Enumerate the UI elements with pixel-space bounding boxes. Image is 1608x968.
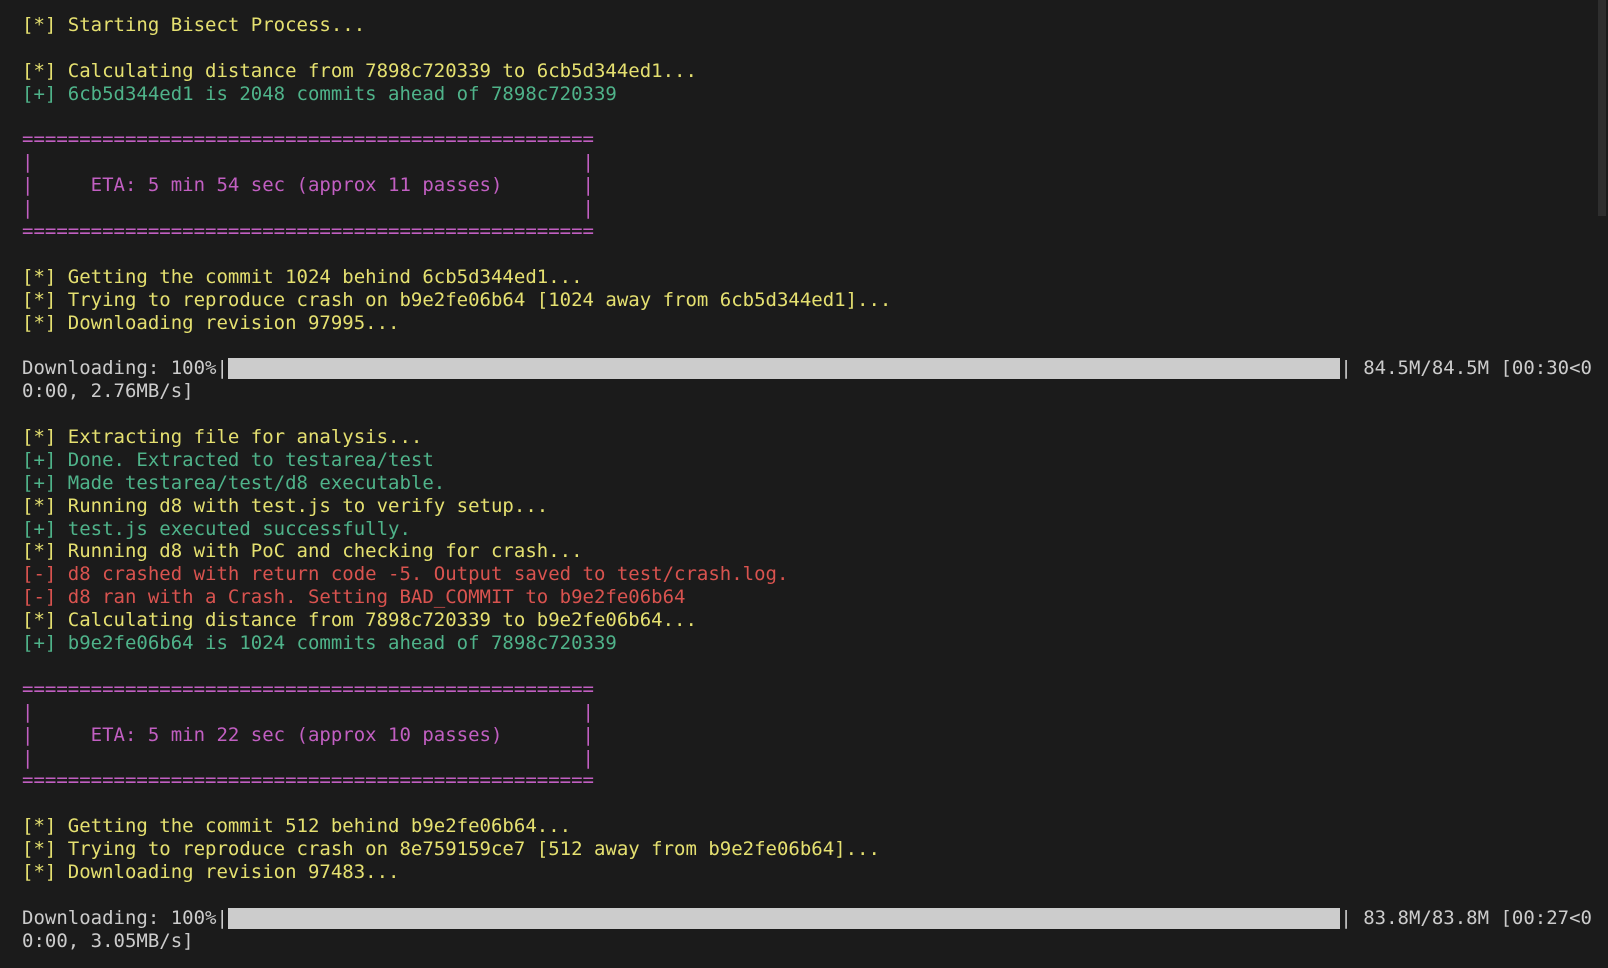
eta-text: | ETA: 5 min 22 sec (approx 10 passes) | <box>22 723 594 746</box>
log-line: [*] Calculating distance from 7898c72033… <box>22 59 697 82</box>
log-line: [+] Made testarea/test/d8 executable. <box>22 471 446 494</box>
download-stats: | 83.8M/83.8M [00:27<0 <box>1340 906 1592 929</box>
log-line: [-] d8 ran with a Crash. Setting BAD_COM… <box>22 586 686 609</box>
eta-box: ========================================… <box>22 678 1592 792</box>
log-line: [*] Trying to reproduce crash on b9e2fe0… <box>22 288 892 311</box>
eta-box: ========================================… <box>22 128 1592 242</box>
eta-box-border-bottom: ========================================… <box>22 769 594 792</box>
log-block: [*] Getting the commit 1024 behind 6cb5d… <box>22 243 1592 357</box>
eta-box-border-top: ========================================… <box>22 128 594 151</box>
download-progress: Downloading: 100%| | 84.5M/84.5M [00:30<… <box>22 357 1592 403</box>
log-block: [*] Getting the commit 512 behind b9e2fe… <box>22 792 1592 906</box>
eta-box-empty-line: | | <box>22 700 594 723</box>
log-line: [+] 6cb5d344ed1 is 2048 commits ahead of… <box>22 82 617 105</box>
scrollbar[interactable] <box>1598 0 1608 968</box>
log-line: [*] Starting Bisect Process... <box>22 14 366 36</box>
log-line: [*] Running d8 with PoC and checking for… <box>22 540 583 563</box>
terminal-output[interactable]: [*] Starting Bisect Process... [*] Calcul… <box>22 14 1592 964</box>
log-line: [*] Running d8 with test.js to verify se… <box>22 494 549 517</box>
eta-box-border-top: ========================================… <box>22 677 594 700</box>
log-line: [*] Downloading revision 97995... <box>22 311 400 334</box>
download-progress: Downloading: 100%| | 83.8M/83.8M [00:27<… <box>22 907 1592 953</box>
progress-bar <box>227 907 1341 929</box>
eta-box-empty-line: | | <box>22 746 594 769</box>
log-line: [*] Downloading revision 97483... <box>22 860 400 883</box>
download-stats: | 84.5M/84.5M [00:30<0 <box>1340 357 1592 380</box>
log-line: [-] d8 crashed with return code -5. Outp… <box>22 563 789 586</box>
log-line: [*] Extracting file for analysis... <box>22 426 423 449</box>
download-stats-wrap: 0:00, 2.76MB/s] <box>22 380 194 403</box>
download-prefix: Downloading: 100%| <box>22 906 228 929</box>
log-line: [*] Getting the commit 512 behind b9e2fe… <box>22 815 572 838</box>
scrollbar-thumb[interactable] <box>1598 0 1606 216</box>
eta-box-empty-line: | | <box>22 151 594 174</box>
log-line: [+] test.js executed successfully. <box>22 517 411 540</box>
log-line: [+] b9e2fe06b64 is 1024 commits ahead of… <box>22 632 617 655</box>
progress-bar <box>227 358 1341 380</box>
log-line: [*] Calculating distance from 7898c72033… <box>22 609 697 632</box>
log-line: [*] Getting the commit 1024 behind 6cb5d… <box>22 265 583 288</box>
eta-box-border-bottom: ========================================… <box>22 220 594 243</box>
log-line: [+] Done. Extracted to testarea/test <box>22 448 434 471</box>
download-prefix: Downloading: 100%| <box>22 357 228 380</box>
eta-text: | ETA: 5 min 54 sec (approx 11 passes) | <box>22 174 594 197</box>
download-stats-wrap: 0:00, 3.05MB/s] <box>22 929 194 952</box>
log-line: [*] Trying to reproduce crash on 8e75915… <box>22 838 880 861</box>
log-block: [*] Extracting file for analysis... [+] D… <box>22 403 1592 678</box>
eta-box-empty-line: | | <box>22 197 594 220</box>
log-block: [*] Starting Bisect Process... [*] Calcul… <box>22 14 1592 128</box>
